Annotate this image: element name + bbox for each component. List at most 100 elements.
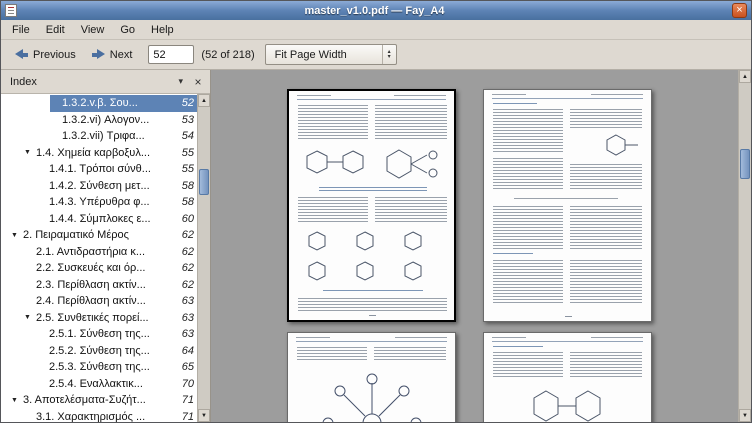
expander-icon[interactable]: ▼ <box>11 232 23 239</box>
page-decoration <box>492 94 526 96</box>
toc-item[interactable]: 2.3. Περίθλαση ακτίν...62 <box>1 277 197 294</box>
page-decoration <box>492 337 526 339</box>
next-button[interactable]: Next <box>84 45 141 65</box>
toc-item[interactable]: 2.4. Περίθλαση ακτίν...63 <box>1 293 197 310</box>
toc-item[interactable]: 1.4.2. Σύνθεση μετ...58 <box>1 178 197 195</box>
scroll-down-button[interactable]: ▼ <box>739 409 751 422</box>
expander-icon[interactable]: ▼ <box>24 149 36 156</box>
page-decoration <box>375 197 447 223</box>
menu-view[interactable]: View <box>73 22 113 38</box>
main-scrollbar[interactable]: ▲ ▼ <box>738 70 751 422</box>
toc-item[interactable]: 2.5.3. Σύνθεση της...65 <box>1 359 197 376</box>
scroll-down-button[interactable]: ▼ <box>198 409 210 422</box>
page-decoration <box>570 164 642 190</box>
menu-help[interactable]: Help <box>143 22 182 38</box>
menu-file[interactable]: File <box>4 22 38 38</box>
page-decoration <box>570 109 642 129</box>
toc-item-label: 2.5.4. Εναλλακτικ... <box>49 378 173 390</box>
toc-item-inner: 1.4.2. Σύνθεση μετ...58 <box>37 178 197 195</box>
page-decoration <box>493 260 563 304</box>
toc-item[interactable]: ▼2. Πειραματικό Μέρος 62 <box>1 227 197 244</box>
previous-button[interactable]: Previous <box>7 45 84 65</box>
sidebar-view-selector[interactable]: Index ▾ <box>4 76 189 88</box>
menu-edit[interactable]: Edit <box>38 22 73 38</box>
go-next-icon <box>92 49 105 60</box>
toc-item[interactable]: ▼2.5. Συνθετικές πορεί... 63 <box>1 310 197 327</box>
chem-figure-icon <box>383 145 447 183</box>
page-decoration <box>591 94 643 96</box>
toc-item-page-number: 71 <box>178 411 194 422</box>
content-area: Index ▾ × 1.3.2.v.β. Σου...521.3.2.vi) Α… <box>1 70 751 422</box>
toc-item[interactable]: ▼1.4. Χημεία καρβοξυλ...55 <box>1 145 197 162</box>
toc-item-inner: 1.4.3. Υπέρυθρα φ...58 <box>37 194 197 211</box>
toc-item-label: 2. Πειραματικό Μέρος <box>23 229 173 241</box>
scroll-up-button[interactable]: ▲ <box>739 70 751 83</box>
toc-item-label: 3.1. Χαρακτηρισμός ... <box>36 411 173 422</box>
toc-item[interactable]: 1.4.4. Σύμπλοκες ε...60 <box>1 211 197 228</box>
page-decoration <box>297 95 331 97</box>
toc-item-page-number: 70 <box>178 378 194 390</box>
toc-item[interactable]: 2.5.4. Εναλλακτικ... 70 <box>1 376 197 393</box>
toc-item-page-number: 63 <box>178 312 194 324</box>
toc-item-label: 2.5. Συνθετικές πορεί... <box>36 312 173 324</box>
titlebar[interactable]: master_v1.0.pdf — Fay_A4 × <box>1 1 751 20</box>
toc-item-page-number: 58 <box>178 196 194 208</box>
toc-item-label: 2.3. Περίθλαση ακτίν... <box>36 279 173 291</box>
toc-item[interactable]: ▼3. Αποτελέσματα-Συζήτ...71 <box>1 392 197 409</box>
toc-item-page-number: 63 <box>178 295 194 307</box>
menu-go[interactable]: Go <box>112 22 143 38</box>
toc-item[interactable]: 2.1. Αντιδραστήρια κ...62 <box>1 244 197 261</box>
zoom-combobox[interactable]: Fit Page Width ▴ ▾ <box>265 44 397 65</box>
chevron-down-icon: ▾ <box>178 76 183 87</box>
expander-icon[interactable]: ▼ <box>11 397 23 404</box>
page-decoration <box>298 298 447 312</box>
sidebar-scroll-track[interactable] <box>198 107 210 409</box>
toc-item-label: 1.4.1. Τρόποι σύνθ... <box>49 163 173 175</box>
expander-icon[interactable]: ▼ <box>24 314 36 321</box>
scroll-up-button[interactable]: ▲ <box>198 94 210 107</box>
toc-item-inner: 2.5.3. Σύνθεση της...65 <box>37 359 197 376</box>
page-thumbnail[interactable] <box>483 332 652 422</box>
figure-caption-lines <box>319 187 427 192</box>
spin-down-icon: ▾ <box>388 55 391 60</box>
toc-item[interactable]: 1.4.1. Τρόποι σύνθ... 55 <box>1 161 197 178</box>
page-thumbnail[interactable] <box>483 89 652 322</box>
page-decoration <box>298 105 368 140</box>
toc-item[interactable]: 2.2. Συσκευές και όρ...62 <box>1 260 197 277</box>
page-thumbnail-current[interactable] <box>287 89 456 322</box>
toc-item[interactable]: 1.3.2.vi) Αλογον...53 <box>1 112 197 129</box>
page-decoration <box>296 341 447 342</box>
close-button[interactable]: × <box>732 3 747 18</box>
sidebar-scrollbar[interactable]: ▲ ▼ <box>197 94 210 422</box>
zoom-spinner[interactable]: ▴ ▾ <box>382 45 396 64</box>
sidebar-close-button[interactable]: × <box>189 75 207 89</box>
toc-item[interactable]: 1.3.2.vii) Τριφα...54 <box>1 128 197 145</box>
toc-item[interactable]: 1.3.2.v.β. Σου...52 <box>1 95 197 112</box>
chem-figure-icon <box>528 385 608 422</box>
toc-item-inner: 1.3.2.v.β. Σου...52 <box>50 95 197 112</box>
page-decoration <box>493 352 563 378</box>
next-button-label: Next <box>110 49 133 61</box>
toc-item[interactable]: 2.5.2. Σύνθεση της...64 <box>1 343 197 360</box>
toc-item[interactable]: 3.1. Χαρακτηρισμός ... 71 <box>1 409 197 423</box>
page-number-input[interactable] <box>148 45 194 64</box>
toc-item[interactable]: 1.4.3. Υπέρυθρα φ...58 <box>1 194 197 211</box>
toc-item-label: 1.3.2.vii) Τριφα... <box>62 130 173 142</box>
toc-item-label: 2.5.3. Σύνθεση της... <box>49 361 173 373</box>
scroll-down-icon: ▼ <box>742 413 748 419</box>
page-thumbnail[interactable] <box>287 332 456 422</box>
page-number-mark <box>565 316 572 317</box>
toc-item[interactable]: 2.5.1. Σύνθεση της...63 <box>1 326 197 343</box>
equation-line <box>514 198 618 200</box>
sidebar-title: Index <box>10 76 37 88</box>
pages-canvas[interactable] <box>211 70 738 422</box>
page-decoration <box>570 352 642 378</box>
main-scroll-track[interactable] <box>739 83 751 409</box>
main-scroll-thumb[interactable] <box>740 149 750 179</box>
toc-item-page-number: 62 <box>178 229 194 241</box>
page-decoration <box>591 337 643 339</box>
sidebar-scroll-thumb[interactable] <box>199 169 209 195</box>
page-decoration <box>296 337 330 339</box>
scroll-up-icon: ▲ <box>742 74 748 80</box>
toc-item-page-number: 55 <box>178 163 194 175</box>
